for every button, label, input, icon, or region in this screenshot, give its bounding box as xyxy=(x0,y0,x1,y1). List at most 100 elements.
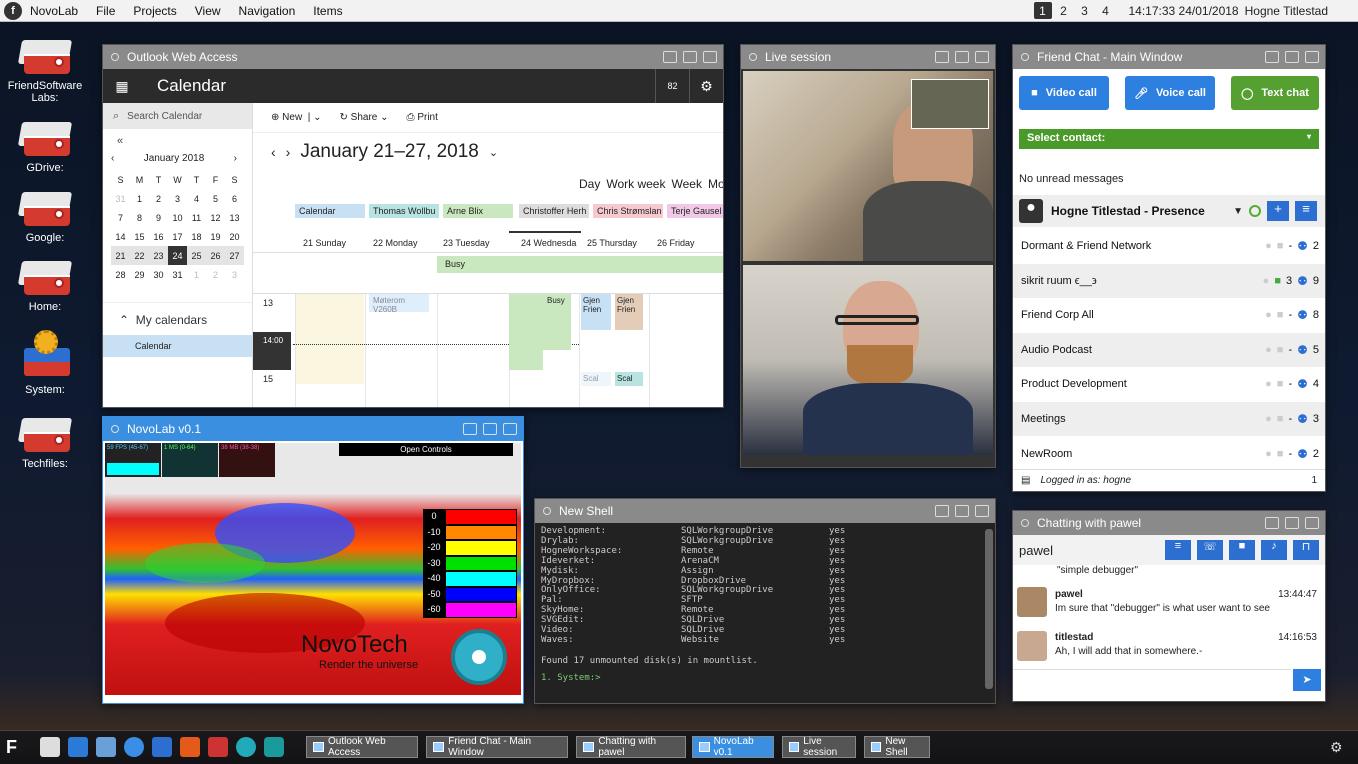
online-status-icon[interactable] xyxy=(1249,205,1261,217)
desktop-icon-home[interactable]: Home: xyxy=(0,261,90,313)
view-week[interactable]: Week xyxy=(671,177,701,191)
mini-calendar-day[interactable]: 5 xyxy=(206,189,225,208)
menu-navigation[interactable]: Navigation xyxy=(230,4,305,18)
select-contact-dropdown[interactable]: Select contact: ▾ xyxy=(1019,129,1319,149)
day-header[interactable]: 23 Tuesday xyxy=(443,238,490,248)
friend-logo-icon[interactable]: f xyxy=(4,1,22,20)
mini-calendar-day[interactable]: 25 xyxy=(187,246,206,265)
mini-calendar-day[interactable]: 8 xyxy=(130,208,149,227)
app-launcher-icon[interactable]: ▦ xyxy=(103,78,141,95)
chat-icon[interactable] xyxy=(152,737,172,757)
mini-calendar-day[interactable]: 17 xyxy=(168,227,187,246)
maximize-icon[interactable] xyxy=(1285,51,1299,63)
room-item[interactable]: Dormant & Friend Network ● ■ - ⚉ 2 xyxy=(1013,229,1325,263)
calendar-list-item[interactable]: Calendar xyxy=(103,335,252,357)
calendar-chip[interactable]: Terje Gausel xyxy=(667,204,723,218)
text-chat-button[interactable]: ◯ Text chat xyxy=(1231,76,1319,110)
mini-calendar-day[interactable]: 12 xyxy=(206,208,225,227)
window-menu-icon[interactable] xyxy=(111,53,119,61)
next-month-icon[interactable]: › xyxy=(234,153,237,164)
mini-calendar-day[interactable]: 4 xyxy=(187,189,206,208)
prev-month-icon[interactable]: ‹ xyxy=(111,153,114,164)
minimize-icon[interactable] xyxy=(935,51,949,63)
room-item[interactable]: sikrit ruum ϵ__϶ ● ■ 3 ⚉ 9 xyxy=(1013,263,1325,298)
calendar-chip[interactable]: Calendar xyxy=(295,204,365,218)
task-novolab[interactable]: NovoLab v0.1 xyxy=(692,736,774,758)
window-menu-icon[interactable] xyxy=(111,425,119,433)
novolab-3d-viewport[interactable]: 59 FPS (45-67) 1 MS (0-64) 38 MB (38-38)… xyxy=(105,443,521,695)
room-item[interactable]: NewRoom ● ■ - ⚉ 2 xyxy=(1013,437,1325,471)
mini-calendar-day[interactable]: 7 xyxy=(111,208,130,227)
day-header[interactable]: 26 Friday xyxy=(657,238,695,248)
mini-calendar-day[interactable]: 2 xyxy=(149,189,168,208)
day-header[interactable]: 21 Sunday xyxy=(303,238,346,248)
busy-event[interactable]: Busy xyxy=(437,256,723,273)
mini-calendar-day[interactable]: 22 xyxy=(130,246,149,265)
workspace-1[interactable]: 1 xyxy=(1033,2,1052,19)
task-outlook[interactable]: Outlook Web Access xyxy=(306,736,418,758)
task-chatting-pawel[interactable]: Chatting with pawel xyxy=(576,736,686,758)
close-icon[interactable] xyxy=(1305,517,1319,529)
video-call-button[interactable]: ■ Video call xyxy=(1019,76,1109,110)
workspace-4[interactable]: 4 xyxy=(1097,2,1115,19)
day-header[interactable]: 22 Monday xyxy=(373,238,418,248)
calendar-event[interactable] xyxy=(509,294,543,370)
task-new-shell[interactable]: New Shell xyxy=(864,736,930,758)
task-friend-chat[interactable]: Friend Chat - Main Window xyxy=(426,736,568,758)
add-room-button[interactable]: + xyxy=(1267,201,1289,221)
mini-calendar-day[interactable]: 10 xyxy=(168,208,187,227)
calendar-event[interactable]: Scal xyxy=(581,372,611,386)
my-calendars-header[interactable]: ⌃ My calendars xyxy=(103,302,252,327)
mini-calendar-day[interactable]: 31 xyxy=(168,265,187,284)
mini-calendar-day[interactable]: 13 xyxy=(225,208,244,227)
calendar-event[interactable]: Scal xyxy=(615,372,643,386)
mini-calendar-day[interactable]: 15 xyxy=(130,227,149,246)
share-button[interactable]: ↻ Share ⌄ xyxy=(340,112,389,123)
start-menu-icon[interactable]: F xyxy=(6,737,30,759)
mini-calendar-day[interactable]: 14 xyxy=(111,227,130,246)
send-icon[interactable]: ➤ xyxy=(1293,669,1321,691)
minimize-icon[interactable] xyxy=(935,505,949,517)
day-header[interactable]: 25 Thursday xyxy=(587,238,637,248)
calendar-chip[interactable]: Christoffer Herh xyxy=(519,204,589,218)
menu-items[interactable]: Items xyxy=(304,4,351,18)
room-item[interactable]: Friend Corp All ● ■ - ⚉ 8 xyxy=(1013,298,1325,332)
app-name[interactable]: NovoLab xyxy=(28,4,87,18)
print-button[interactable]: ⎙ Print xyxy=(407,112,438,123)
mini-calendar-day[interactable]: 3 xyxy=(225,265,244,284)
mini-calendar-day[interactable]: 24 xyxy=(168,246,187,265)
close-icon[interactable] xyxy=(503,423,517,435)
desktop-icon-friendsoftware[interactable]: FriendSoftware Labs: xyxy=(0,40,90,104)
date-range[interactable]: January 21–27, 2018 xyxy=(300,141,479,163)
minimize-icon[interactable] xyxy=(1265,517,1279,529)
next-week-icon[interactable]: › xyxy=(286,144,291,160)
workspace-3[interactable]: 3 xyxy=(1076,2,1094,19)
novolab-app-icon[interactable] xyxy=(236,737,256,757)
new-button[interactable]: ⊕ New | ⌄ xyxy=(271,112,322,123)
calendar-event[interactable]: Møterom V260B xyxy=(369,294,429,314)
mini-calendar-day[interactable]: 30 xyxy=(149,265,168,284)
room-item[interactable]: Product Development ● ■ - ⚉ 4 xyxy=(1013,367,1325,401)
menu-file[interactable]: File xyxy=(87,4,124,18)
settings-gear-icon[interactable]: ⚙ xyxy=(1330,739,1343,756)
day-header-today[interactable]: 24 Wednesda xyxy=(521,238,576,248)
mini-calendar-day[interactable]: 26 xyxy=(206,246,225,265)
window-titlebar[interactable]: Live session xyxy=(741,45,995,69)
chevron-down-icon[interactable]: ⌄ xyxy=(489,146,498,159)
video-camera-icon[interactable]: ■ xyxy=(1229,540,1255,560)
scrollbar[interactable] xyxy=(985,529,993,689)
mini-calendar-day[interactable]: 20 xyxy=(225,227,244,246)
room-item[interactable]: Meetings ● ■ - ⚉ 3 xyxy=(1013,402,1325,436)
close-icon[interactable] xyxy=(1305,51,1319,63)
mini-calendar-day[interactable]: 27 xyxy=(225,246,244,265)
window-titlebar[interactable]: NovoLab v0.1 xyxy=(103,417,523,441)
desktop-icon-techfiles[interactable]: Techfiles: xyxy=(0,418,90,470)
menu-projects[interactable]: Projects xyxy=(124,4,185,18)
mini-calendar-day[interactable]: 6 xyxy=(225,189,244,208)
desktop-icon-gdrive[interactable]: GDrive: xyxy=(0,122,90,174)
calendar-event[interactable]: Gjen Frien xyxy=(615,294,643,330)
menu-hamburger-icon[interactable]: ≡ xyxy=(1295,201,1317,221)
window-titlebar[interactable]: Chatting with pawel xyxy=(1013,511,1325,535)
mini-calendar-day[interactable]: 21 xyxy=(111,246,130,265)
maximize-icon[interactable] xyxy=(483,423,497,435)
